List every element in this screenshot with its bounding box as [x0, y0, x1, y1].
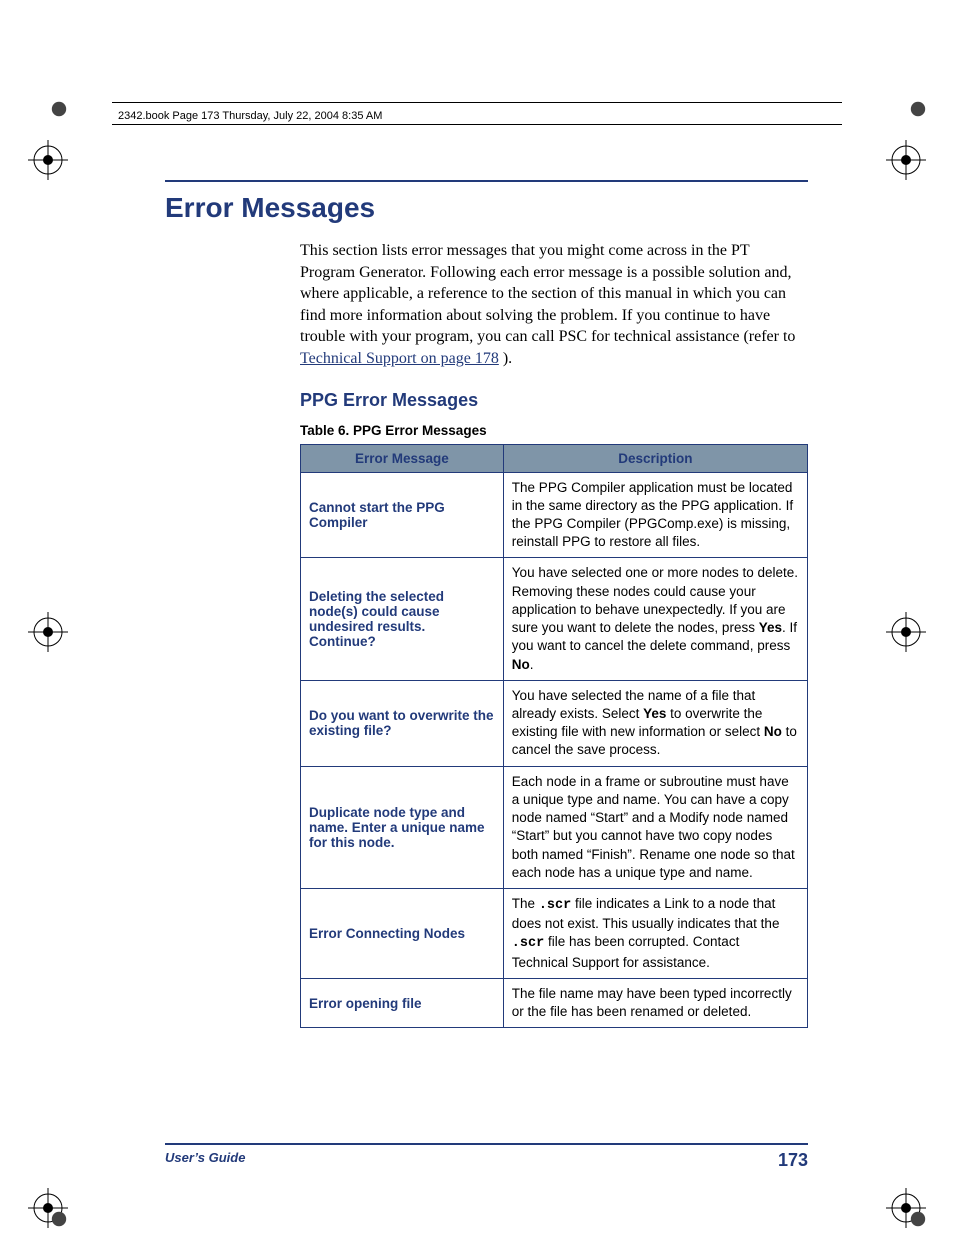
- footer-rule: [165, 1143, 808, 1145]
- error-message-cell: Deleting the selected node(s) could caus…: [301, 558, 504, 680]
- error-messages-table: Error Message Description Cannot start t…: [300, 444, 808, 1029]
- description-cell: You have selected the name of a file tha…: [503, 680, 807, 766]
- table-caption: Table 6. PPG Error Messages: [300, 423, 808, 438]
- page-footer: User’s Guide 173: [165, 1150, 808, 1171]
- description-cell: Each node in a frame or subroutine must …: [503, 766, 807, 888]
- intro-paragraph: This section lists error messages that y…: [300, 240, 808, 370]
- footer-guide-label: User’s Guide: [165, 1150, 245, 1171]
- book-header-line: 2342.book Page 173 Thursday, July 22, 20…: [118, 110, 382, 122]
- registration-mark-icon: [28, 612, 68, 652]
- subsection-title: PPG Error Messages: [300, 390, 808, 411]
- table-row: Duplicate node type and name. Enter a un…: [301, 766, 808, 888]
- section-rule: [165, 180, 808, 182]
- gear-mark-icon: [909, 100, 927, 118]
- table-row: Cannot start the PPG CompilerThe PPG Com…: [301, 472, 808, 558]
- registration-mark-icon: [886, 140, 926, 180]
- section-title: Error Messages: [165, 192, 808, 224]
- registration-mark-icon: [28, 140, 68, 180]
- footer-page-number: 173: [778, 1150, 808, 1171]
- gear-mark-icon: [50, 100, 68, 118]
- header-rule: [112, 124, 842, 125]
- error-message-cell: Cannot start the PPG Compiler: [301, 472, 504, 558]
- gear-mark-icon: [50, 1210, 68, 1228]
- error-message-cell: Duplicate node type and name. Enter a un…: [301, 766, 504, 888]
- error-message-cell: Error opening file: [301, 978, 504, 1027]
- table-header-description: Description: [503, 444, 807, 472]
- technical-support-link[interactable]: Technical Support on page 178: [300, 350, 499, 367]
- description-cell: You have selected one or more nodes to d…: [503, 558, 807, 680]
- gear-mark-icon: [909, 1210, 927, 1228]
- table-header-error-message: Error Message: [301, 444, 504, 472]
- table-row: Error opening fileThe file name may have…: [301, 978, 808, 1027]
- table-header-row: Error Message Description: [301, 444, 808, 472]
- intro-text: This section lists error messages that y…: [300, 242, 795, 345]
- description-cell: The .scr file indicates a Link to a node…: [503, 888, 807, 978]
- table-row: Error Connecting NodesThe .scr file indi…: [301, 888, 808, 978]
- table-row: Do you want to overwrite the existing fi…: [301, 680, 808, 766]
- page-content: Error Messages This section lists error …: [165, 180, 808, 1028]
- table-row: Deleting the selected node(s) could caus…: [301, 558, 808, 680]
- header-rule: [112, 102, 842, 103]
- error-message-cell: Error Connecting Nodes: [301, 888, 504, 978]
- error-message-cell: Do you want to overwrite the existing fi…: [301, 680, 504, 766]
- description-cell: The PPG Compiler application must be loc…: [503, 472, 807, 558]
- registration-mark-icon: [886, 612, 926, 652]
- description-cell: The file name may have been typed incorr…: [503, 978, 807, 1027]
- intro-text-after: ).: [503, 350, 512, 367]
